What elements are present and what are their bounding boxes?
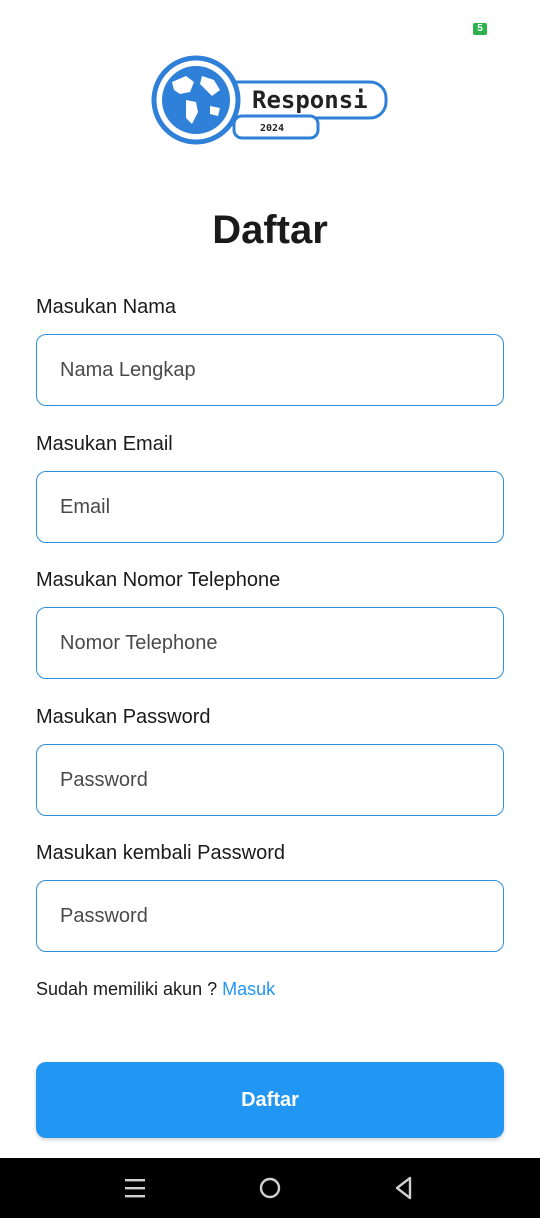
confirm-password-label: Masukan kembali Password <box>36 842 285 864</box>
password-input[interactable] <box>36 744 504 816</box>
logo-name: Responsi <box>252 86 368 114</box>
home-icon[interactable] <box>254 1172 286 1204</box>
battery-indicator: 5 <box>473 23 487 35</box>
phone-label: Masukan Nomor Telephone <box>36 569 281 591</box>
password-label: Masukan Password <box>36 706 211 728</box>
register-button[interactable]: Daftar <box>36 1062 504 1138</box>
email-input[interactable] <box>36 471 504 543</box>
page-title: Daftar <box>212 208 328 252</box>
email-label: Masukan Email <box>36 433 173 455</box>
logo-year: 2024 <box>260 123 284 134</box>
app-logo: Responsi 2024 <box>151 55 388 145</box>
name-input[interactable] <box>36 334 504 406</box>
login-prompt-row: Sudah memiliki akun ? Masuk <box>36 979 275 1000</box>
login-prompt-text: Sudah memiliki akun ? <box>36 979 218 999</box>
menu-icon[interactable] <box>119 1172 151 1204</box>
system-nav-bar <box>0 1158 540 1218</box>
login-link[interactable]: Masuk <box>222 979 275 999</box>
register-screen: 5 Responsi 2024 Daftar Masukan Nama Masu… <box>0 0 540 1218</box>
phone-input[interactable] <box>36 607 504 679</box>
back-icon[interactable] <box>388 1172 420 1204</box>
confirm-password-input[interactable] <box>36 880 504 952</box>
name-label: Masukan Nama <box>36 296 177 318</box>
